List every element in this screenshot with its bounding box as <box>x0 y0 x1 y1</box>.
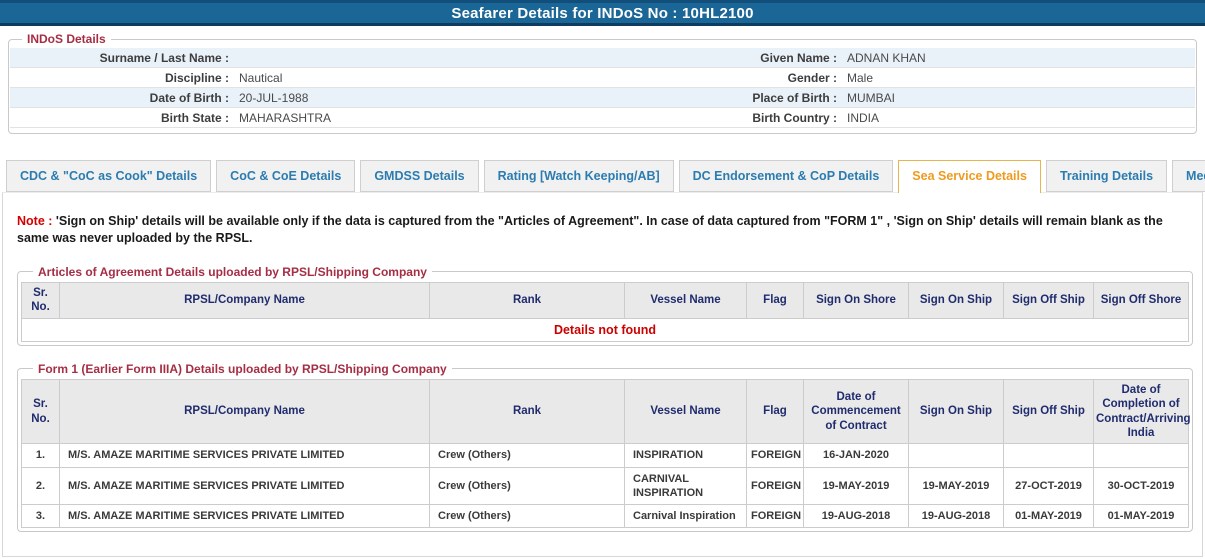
table-cell: FOREIGN <box>747 467 804 505</box>
column-header: Sign Off Ship <box>1004 282 1094 318</box>
table-cell: Crew (Others) <box>430 444 625 467</box>
note-prefix: Note : <box>17 214 52 228</box>
page-header: Seafarer Details for INDoS No : 10HL2100 <box>0 0 1205 26</box>
table-cell: M/S. AMAZE MARITIME SERVICES PRIVATE LIM… <box>60 444 430 467</box>
articles-of-agreement-legend: Articles of Agreement Details uploaded b… <box>33 265 432 279</box>
table-cell: 19-MAY-2019 <box>804 467 909 505</box>
table-cell: 19-AUG-2018 <box>909 505 1004 528</box>
table-cell: Crew (Others) <box>430 505 625 528</box>
form1-header-row: Sr. No.RPSL/Company NameRankVessel NameF… <box>22 379 1189 444</box>
articles-header-row: Sr. No.RPSL/Company NameRankVessel NameF… <box>22 282 1189 318</box>
table-cell <box>1094 444 1189 467</box>
column-header: Sign On Shore <box>804 282 909 318</box>
articles-body: Details not found <box>22 318 1189 341</box>
table-cell: FOREIGN <box>747 505 804 528</box>
column-header: Date of Completion of Contract/Arriving … <box>1094 379 1189 444</box>
table-cell: 3. <box>22 505 60 528</box>
page-title: Seafarer Details for INDoS No : 10HL2100 <box>451 5 753 22</box>
articles-of-agreement-table: Sr. No.RPSL/Company NameRankVessel NameF… <box>21 282 1189 342</box>
tab-medical-fitness-certificate[interactable]: Medical Fitness Certificate <box>1172 160 1205 192</box>
column-header: Flag <box>747 282 804 318</box>
column-header: Sr. No. <box>22 282 60 318</box>
table-cell: 2. <box>22 467 60 505</box>
indos-row: Discipline :NauticalGender :Male <box>10 68 1195 88</box>
table-cell: 30-OCT-2019 <box>1094 467 1189 505</box>
field-value: Male <box>843 71 1195 85</box>
tab-bar: CDC & "CoC as Cook" DetailsCoC & CoE Det… <box>6 160 1205 192</box>
field-label: Discipline : <box>10 71 235 85</box>
column-header: Rank <box>430 282 625 318</box>
table-cell: M/S. AMAZE MARITIME SERVICES PRIVATE LIM… <box>60 467 430 505</box>
indos-row: Surname / Last Name : Given Name :ADNAN K… <box>10 48 1195 68</box>
tab-dc-endorsement-cop-details[interactable]: DC Endorsement & CoP Details <box>679 160 894 192</box>
field-label: Birth Country : <box>615 111 843 125</box>
table-cell: M/S. AMAZE MARITIME SERVICES PRIVATE LIM… <box>60 505 430 528</box>
table-cell: INSPIRATION <box>625 444 747 467</box>
table-row: 3.M/S. AMAZE MARITIME SERVICES PRIVATE L… <box>22 505 1189 528</box>
table-cell: 01-MAY-2019 <box>1094 505 1189 528</box>
indos-row: Date of Birth :20-JUL-1988Place of Birth… <box>10 88 1195 108</box>
table-row: 1.M/S. AMAZE MARITIME SERVICES PRIVATE L… <box>22 444 1189 467</box>
table-cell: Carnival Inspiration <box>625 505 747 528</box>
tab-coc-coe-details[interactable]: CoC & CoE Details <box>216 160 355 192</box>
tab-sea-service-details[interactable]: Sea Service Details <box>898 160 1041 193</box>
table-cell: 16-JAN-2020 <box>804 444 909 467</box>
tab-training-details[interactable]: Training Details <box>1046 160 1167 192</box>
form1-table: Sr. No.RPSL/Company NameRankVessel NameF… <box>21 379 1189 529</box>
empty-row: Details not found <box>22 318 1189 341</box>
column-header: Sign On Ship <box>909 379 1004 444</box>
details-not-found-message: Details not found <box>22 318 1189 341</box>
field-value: MAHARASHTRA <box>235 111 615 125</box>
column-header: RPSL/Company Name <box>60 379 430 444</box>
field-label: Birth State : <box>10 111 235 125</box>
table-cell: 01-MAY-2019 <box>1004 505 1094 528</box>
indos-details-legend: INDoS Details <box>22 32 111 46</box>
table-row: 2.M/S. AMAZE MARITIME SERVICES PRIVATE L… <box>22 467 1189 505</box>
column-header: Sr. No. <box>22 379 60 444</box>
field-label: Gender : <box>615 71 843 85</box>
tab-gmdss-details[interactable]: GMDSS Details <box>360 160 478 192</box>
column-header: Vessel Name <box>625 379 747 444</box>
table-cell: FOREIGN <box>747 444 804 467</box>
field-label: Date of Birth : <box>10 91 235 105</box>
table-cell: CARNIVAL INSPIRATION <box>625 467 747 505</box>
table-cell: 1. <box>22 444 60 467</box>
form1-legend: Form 1 (Earlier Form IIIA) Details uploa… <box>33 362 452 376</box>
table-cell <box>909 444 1004 467</box>
form1-body: 1.M/S. AMAZE MARITIME SERVICES PRIVATE L… <box>22 444 1189 528</box>
field-value: ADNAN KHAN <box>843 51 1195 65</box>
column-header: RPSL/Company Name <box>60 282 430 318</box>
indos-rows: Surname / Last Name : Given Name :ADNAN K… <box>10 48 1195 128</box>
field-value: INDIA <box>843 111 1195 125</box>
column-header: Sign Off Ship <box>1004 379 1094 444</box>
indos-row: Birth State :MAHARASHTRABirth Country :I… <box>10 108 1195 128</box>
column-header: Flag <box>747 379 804 444</box>
column-header: Date of Commencement of Contract <box>804 379 909 444</box>
sea-service-panel: Note : 'Sign on Ship' details will be av… <box>2 192 1203 557</box>
note-text: Note : 'Sign on Ship' details will be av… <box>15 207 1190 249</box>
note-body: 'Sign on Ship' details will be available… <box>17 214 1163 245</box>
table-cell: 27-OCT-2019 <box>1004 467 1094 505</box>
field-value: MUMBAI <box>843 91 1195 105</box>
table-cell <box>1004 444 1094 467</box>
articles-of-agreement-fieldset: Articles of Agreement Details uploaded b… <box>17 265 1193 346</box>
tab-rating-watch-keeping-ab[interactable]: Rating [Watch Keeping/AB] <box>484 160 674 192</box>
column-header: Sign Off Shore <box>1094 282 1189 318</box>
tab-cdc-coc-as-cook-details[interactable]: CDC & "CoC as Cook" Details <box>6 160 211 192</box>
field-label: Surname / Last Name : <box>10 51 235 65</box>
table-cell: Crew (Others) <box>430 467 625 505</box>
table-cell: 19-MAY-2019 <box>909 467 1004 505</box>
field-value: 20-JUL-1988 <box>235 91 615 105</box>
column-header: Sign On Ship <box>909 282 1004 318</box>
column-header: Vessel Name <box>625 282 747 318</box>
field-value: Nautical <box>235 71 615 85</box>
field-label: Given Name : <box>615 51 843 65</box>
field-label: Place of Birth : <box>615 91 843 105</box>
column-header: Rank <box>430 379 625 444</box>
form1-fieldset: Form 1 (Earlier Form IIIA) Details uploa… <box>17 362 1193 533</box>
table-cell: 19-AUG-2018 <box>804 505 909 528</box>
indos-details-fieldset: INDoS Details Surname / Last Name : Given… <box>8 32 1197 134</box>
